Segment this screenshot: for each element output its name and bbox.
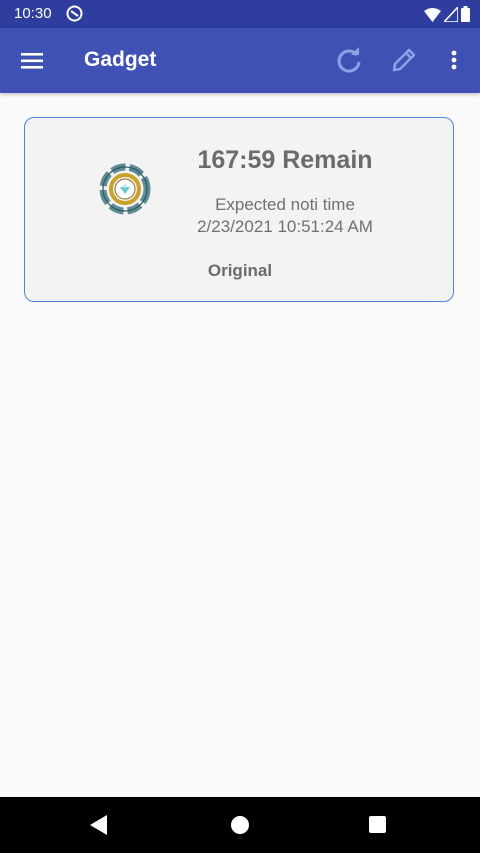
back-button[interactable] xyxy=(90,815,108,840)
gadget-icon xyxy=(99,163,151,215)
navigation-bar xyxy=(0,797,480,853)
status-bar: 10:30 xyxy=(0,0,480,28)
refresh-icon xyxy=(337,47,361,73)
status-time: 10:30 xyxy=(14,5,52,22)
recents-icon[interactable] xyxy=(369,816,386,833)
more-options-button[interactable] xyxy=(444,46,464,74)
app-bar: Gadget xyxy=(0,28,480,93)
refresh-button[interactable] xyxy=(335,46,363,74)
battery-icon xyxy=(461,6,470,27)
notification-icon xyxy=(66,5,83,27)
gadget-variant: Original xyxy=(207,261,273,280)
edit-icon xyxy=(392,48,416,72)
expected-noti-label: Expected noti time xyxy=(215,195,355,214)
page-title: Gadget xyxy=(84,48,157,71)
edit-button[interactable] xyxy=(390,46,418,74)
gadget-card[interactable]: 167:59 Remain Expected noti time 2/23/20… xyxy=(24,117,454,302)
menu-icon xyxy=(21,53,43,69)
menu-button[interactable] xyxy=(20,48,46,74)
back-icon xyxy=(90,815,107,835)
home-icon[interactable] xyxy=(231,816,249,834)
wifi-icon xyxy=(424,7,441,27)
expected-noti-time: 2/23/2021 10:51:24 AM xyxy=(197,217,373,236)
more-vert-icon xyxy=(451,50,457,70)
cellular-signal-icon xyxy=(442,4,459,27)
remain-time: 167:59 Remain xyxy=(197,146,373,174)
